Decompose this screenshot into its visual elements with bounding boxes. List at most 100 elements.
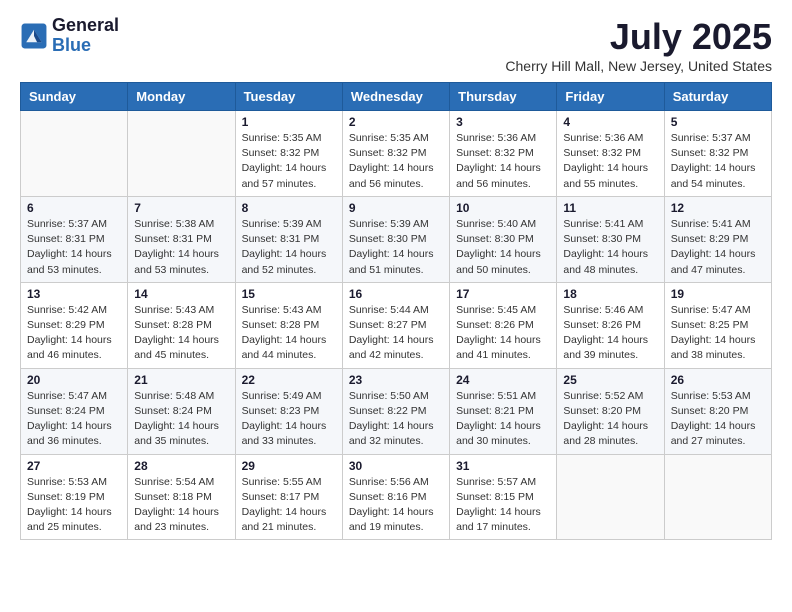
calendar-week-row: 13 Sunrise: 5:42 AMSunset: 8:29 PMDayligh… [21, 282, 772, 368]
day-number: 31 [456, 459, 550, 473]
day-number: 1 [242, 115, 336, 129]
calendar-cell: 17Sunrise: 5:45 AMSunset: 8:26 PMDayligh… [450, 282, 557, 368]
day-info: Sunrise: 5:50 AMSunset: 8:22 PMDaylight:… [349, 389, 443, 450]
day-number: 19 [671, 287, 765, 301]
calendar-cell: 10 Sunrise: 5:40 AMSunset: 8:30 PMDayligh… [450, 196, 557, 282]
day-info: Sunrise: 5:39 AMSunset: 8:31 PMDaylight:… [242, 217, 336, 278]
day-info: Sunrise: 5:37 AMSunset: 8:32 PMDaylight:… [671, 131, 765, 192]
day-number: 29 [242, 459, 336, 473]
day-info: Sunrise: 5:43 AMSunset: 8:28 PMDaylight:… [242, 303, 336, 364]
day-info: Sunrise: 5:42 AMSunset: 8:29 PMDaylight:… [27, 303, 121, 364]
day-info: Sunrise: 5:37 AMSunset: 8:31 PMDaylight:… [27, 217, 121, 278]
weekday-header: Sunday [21, 83, 128, 111]
calendar-cell: 26 Sunrise: 5:53 AMSunset: 8:20 PMDayligh… [664, 368, 771, 454]
calendar-week-row: 20 Sunrise: 5:47 AMSunset: 8:24 PMDayligh… [21, 368, 772, 454]
day-info: Sunrise: 5:45 AMSunset: 8:26 PMDaylight:… [456, 303, 550, 364]
calendar-cell: 8Sunrise: 5:39 AMSunset: 8:31 PMDaylight… [235, 196, 342, 282]
day-number: 24 [456, 373, 550, 387]
day-number: 13 [27, 287, 121, 301]
day-number: 26 [671, 373, 765, 387]
day-number: 11 [563, 201, 657, 215]
logo-blue: Blue [52, 36, 119, 56]
calendar-cell [557, 454, 664, 540]
day-number: 4 [563, 115, 657, 129]
day-info: Sunrise: 5:52 AMSunset: 8:20 PMDaylight:… [563, 389, 657, 450]
day-number: 14 [134, 287, 228, 301]
weekday-header-row: SundayMondayTuesdayWednesdayThursdayFrid… [21, 83, 772, 111]
day-info: Sunrise: 5:39 AMSunset: 8:30 PMDaylight:… [349, 217, 443, 278]
page-header: General Blue July 2025 Cherry Hill Mall,… [20, 16, 772, 74]
weekday-header: Monday [128, 83, 235, 111]
day-number: 23 [349, 373, 443, 387]
day-number: 9 [349, 201, 443, 215]
day-info: Sunrise: 5:38 AMSunset: 8:31 PMDaylight:… [134, 217, 228, 278]
calendar-cell: 14 Sunrise: 5:43 AMSunset: 8:28 PMDayligh… [128, 282, 235, 368]
calendar-cell: 18Sunrise: 5:46 AMSunset: 8:26 PMDayligh… [557, 282, 664, 368]
calendar-table: SundayMondayTuesdayWednesdayThursdayFrid… [20, 82, 772, 540]
calendar-cell: 28 Sunrise: 5:54 AMSunset: 8:18 PMDayligh… [128, 454, 235, 540]
weekday-header: Thursday [450, 83, 557, 111]
day-number: 10 [456, 201, 550, 215]
calendar-cell: 12Sunrise: 5:41 AMSunset: 8:29 PMDayligh… [664, 196, 771, 282]
calendar-cell: 27 Sunrise: 5:53 AMSunset: 8:19 PMDayligh… [21, 454, 128, 540]
calendar-cell [21, 111, 128, 197]
calendar-cell: 7 Sunrise: 5:38 AMSunset: 8:31 PMDaylight… [128, 196, 235, 282]
day-info: Sunrise: 5:40 AMSunset: 8:30 PMDaylight:… [456, 217, 550, 278]
day-number: 7 [134, 201, 228, 215]
calendar-week-row: 27 Sunrise: 5:53 AMSunset: 8:19 PMDayligh… [21, 454, 772, 540]
calendar-cell: 13 Sunrise: 5:42 AMSunset: 8:29 PMDayligh… [21, 282, 128, 368]
calendar-week-row: 1Sunrise: 5:35 AMSunset: 8:32 PMDaylight… [21, 111, 772, 197]
day-info: Sunrise: 5:48 AMSunset: 8:24 PMDaylight:… [134, 389, 228, 450]
calendar-cell: 3Sunrise: 5:36 AMSunset: 8:32 PMDaylight… [450, 111, 557, 197]
calendar-cell [664, 454, 771, 540]
day-info: Sunrise: 5:44 AMSunset: 8:27 PMDaylight:… [349, 303, 443, 364]
title-block: July 2025 Cherry Hill Mall, New Jersey, … [505, 16, 772, 74]
calendar-cell: 19Sunrise: 5:47 AMSunset: 8:25 PMDayligh… [664, 282, 771, 368]
logo-text: General Blue [52, 16, 119, 56]
calendar-cell: 6 Sunrise: 5:37 AMSunset: 8:31 PMDaylight… [21, 196, 128, 282]
day-number: 30 [349, 459, 443, 473]
calendar-cell: 31 Sunrise: 5:57 AMSunset: 8:15 PMDayligh… [450, 454, 557, 540]
day-info: Sunrise: 5:43 AMSunset: 8:28 PMDaylight:… [134, 303, 228, 364]
calendar-cell: 5Sunrise: 5:37 AMSunset: 8:32 PMDaylight… [664, 111, 771, 197]
day-number: 25 [563, 373, 657, 387]
day-info: Sunrise: 5:55 AMSunset: 8:17 PMDaylight:… [242, 475, 336, 536]
day-number: 2 [349, 115, 443, 129]
calendar-cell: 23 Sunrise: 5:50 AMSunset: 8:22 PMDayligh… [342, 368, 449, 454]
day-number: 15 [242, 287, 336, 301]
calendar-cell: 2Sunrise: 5:35 AMSunset: 8:32 PMDaylight… [342, 111, 449, 197]
day-info: Sunrise: 5:53 AMSunset: 8:20 PMDaylight:… [671, 389, 765, 450]
day-info: Sunrise: 5:57 AMSunset: 8:15 PMDaylight:… [456, 475, 550, 536]
calendar-cell [128, 111, 235, 197]
day-number: 12 [671, 201, 765, 215]
day-info: Sunrise: 5:36 AMSunset: 8:32 PMDaylight:… [563, 131, 657, 192]
day-number: 27 [27, 459, 121, 473]
calendar-cell: 20 Sunrise: 5:47 AMSunset: 8:24 PMDayligh… [21, 368, 128, 454]
calendar-cell: 25 Sunrise: 5:52 AMSunset: 8:20 PMDayligh… [557, 368, 664, 454]
calendar-cell: 4 Sunrise: 5:36 AMSunset: 8:32 PMDaylight… [557, 111, 664, 197]
weekday-header: Wednesday [342, 83, 449, 111]
calendar-cell: 22 Sunrise: 5:49 AMSunset: 8:23 PMDayligh… [235, 368, 342, 454]
month-title: July 2025 [505, 16, 772, 58]
day-info: Sunrise: 5:53 AMSunset: 8:19 PMDaylight:… [27, 475, 121, 536]
weekday-header: Tuesday [235, 83, 342, 111]
day-info: Sunrise: 5:49 AMSunset: 8:23 PMDaylight:… [242, 389, 336, 450]
weekday-header: Friday [557, 83, 664, 111]
day-number: 21 [134, 373, 228, 387]
day-info: Sunrise: 5:56 AMSunset: 8:16 PMDaylight:… [349, 475, 443, 536]
location-title: Cherry Hill Mall, New Jersey, United Sta… [505, 58, 772, 74]
calendar-cell: 21 Sunrise: 5:48 AMSunset: 8:24 PMDayligh… [128, 368, 235, 454]
calendar-cell: 24Sunrise: 5:51 AMSunset: 8:21 PMDayligh… [450, 368, 557, 454]
day-info: Sunrise: 5:54 AMSunset: 8:18 PMDaylight:… [134, 475, 228, 536]
day-number: 20 [27, 373, 121, 387]
day-number: 28 [134, 459, 228, 473]
weekday-header: Saturday [664, 83, 771, 111]
day-info: Sunrise: 5:36 AMSunset: 8:32 PMDaylight:… [456, 131, 550, 192]
calendar-cell: 30 Sunrise: 5:56 AMSunset: 8:16 PMDayligh… [342, 454, 449, 540]
day-number: 6 [27, 201, 121, 215]
day-number: 22 [242, 373, 336, 387]
day-info: Sunrise: 5:46 AMSunset: 8:26 PMDaylight:… [563, 303, 657, 364]
logo: General Blue [20, 16, 119, 56]
calendar-cell: 9 Sunrise: 5:39 AMSunset: 8:30 PMDaylight… [342, 196, 449, 282]
day-info: Sunrise: 5:47 AMSunset: 8:24 PMDaylight:… [27, 389, 121, 450]
